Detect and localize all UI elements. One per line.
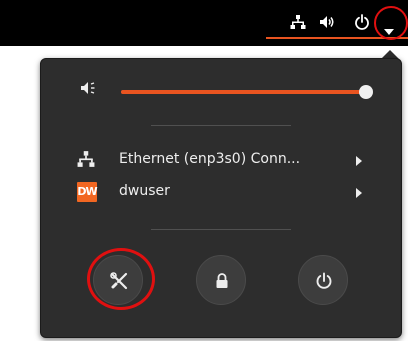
menu-item-user[interactable]: DW dwuser [41,179,401,207]
chevron-right-icon [356,188,362,198]
network-wired-icon[interactable] [290,14,306,34]
power-off-button[interactable] [298,255,348,305]
network-wired-icon [77,150,97,170]
active-indicator [266,37,408,39]
menu-item-label: dwuser [119,183,170,199]
system-menu: Ethernet (enp3s0) Conn... DW dwuser [40,58,402,338]
menu-item-label: Ethernet (enp3s0) Conn... [119,151,301,167]
volume-slider[interactable] [121,85,373,99]
speaker-icon [79,79,97,101]
chevron-right-icon [356,156,362,166]
volume-icon[interactable] [319,14,336,34]
power-icon [316,272,332,289]
power-icon[interactable] [354,14,370,34]
lock-icon [216,273,228,288]
lock-button[interactable] [196,255,246,305]
dw-logo: DW [77,182,98,202]
separator [151,229,291,230]
menu-item-ethernet[interactable]: Ethernet (enp3s0) Conn... [41,147,401,175]
settings-tools-icon [110,272,128,290]
top-bar [0,0,408,46]
volume-slider-handle[interactable] [359,85,373,99]
separator [151,125,291,126]
volume-slider-fill [121,90,366,94]
settings-button[interactable] [93,255,143,305]
